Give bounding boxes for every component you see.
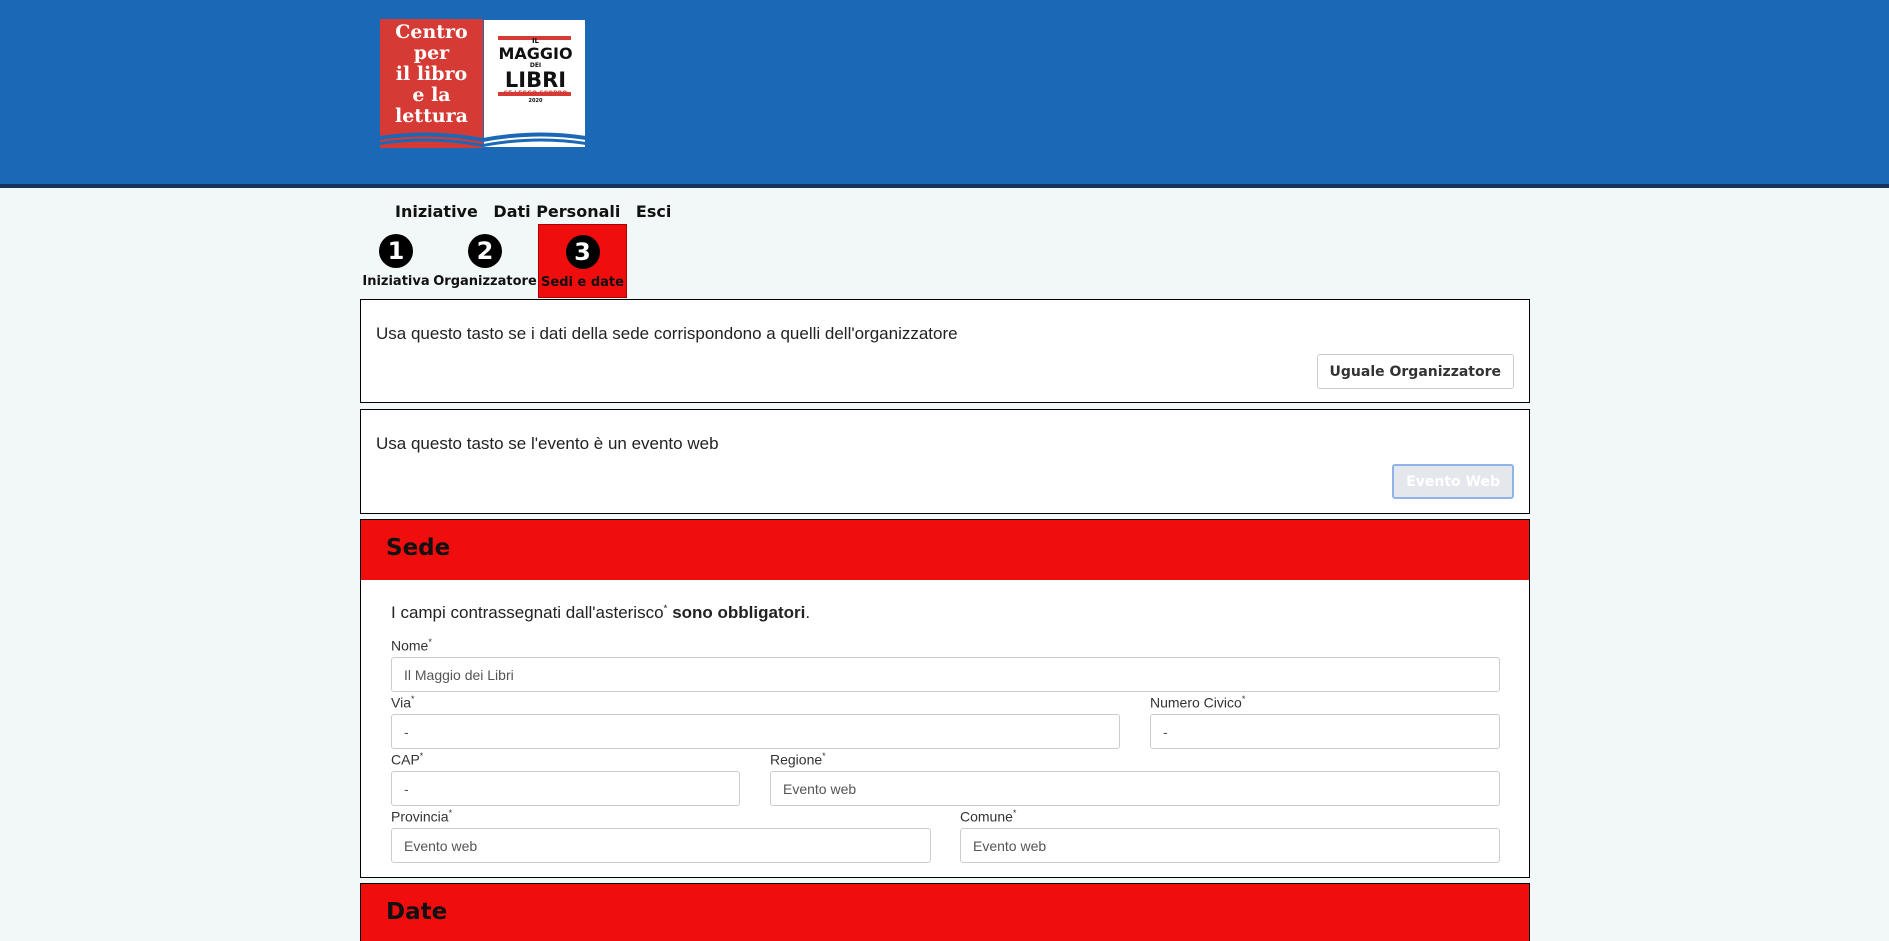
sede-section: Sede I campi contrassegnati dall'asteris… xyxy=(360,519,1530,878)
numero-civico-label: Numero Civico* xyxy=(1150,694,1246,711)
logo-left-line: Centro xyxy=(395,21,468,43)
provincia-input[interactable] xyxy=(391,828,931,863)
step-iniziativa[interactable]: 1 Iniziativa xyxy=(362,224,430,298)
same-as-organizer-panel: Usa questo tasto se i dati della sede co… xyxy=(360,299,1530,403)
web-event-panel: Usa questo tasto se l'evento è un evento… xyxy=(360,409,1530,514)
logo-libri-text: LIBRI xyxy=(504,68,567,92)
cap-input[interactable] xyxy=(391,771,740,806)
logo-left-line: per xyxy=(413,42,450,64)
notice-bold: sono obbligatori xyxy=(672,603,806,622)
step-label: Iniziativa xyxy=(362,274,430,289)
step-label: Sedi e date xyxy=(541,275,624,290)
nav-dati-personali[interactable]: Dati Personali xyxy=(493,202,620,221)
nome-label: Nome* xyxy=(391,637,432,654)
step-organizzatore[interactable]: 2 Organizzatore xyxy=(433,224,537,298)
required-notice: I campi contrassegnati dall'asterisco* s… xyxy=(391,603,810,623)
date-header: Date xyxy=(361,884,1529,941)
step-sedi-e-date[interactable]: 3 Sedi e date xyxy=(538,224,627,298)
nav-esci[interactable]: Esci xyxy=(636,202,671,221)
date-section: Date xyxy=(360,883,1530,941)
numero-civico-input[interactable] xyxy=(1150,714,1500,749)
regione-label: Regione* xyxy=(770,751,826,768)
step-number-3-icon: 3 xyxy=(565,235,600,269)
date-title: Date xyxy=(386,899,448,925)
logo-left-line: e la xyxy=(412,84,451,106)
via-label: Via* xyxy=(391,694,415,711)
via-input[interactable] xyxy=(391,714,1120,749)
logo-tagline: SE LEGGO SCOPRO xyxy=(503,90,568,97)
step-number-2-icon: 2 xyxy=(468,234,502,268)
comune-label: Comune* xyxy=(960,808,1017,825)
notice-suffix: . xyxy=(805,603,811,622)
nav-iniziative[interactable]: Iniziative xyxy=(395,202,478,221)
step-label: Organizzatore xyxy=(433,274,537,289)
step-number-1-icon: 1 xyxy=(379,234,413,268)
web-event-button[interactable]: Evento Web xyxy=(1392,464,1514,499)
site-header: Centro per il libro e la lettura IL MAGG… xyxy=(0,0,1889,188)
sede-header: Sede xyxy=(361,520,1529,580)
same-organizer-button[interactable]: Uguale Organizzatore xyxy=(1316,354,1514,389)
book-wave-icon xyxy=(380,127,586,147)
nome-input[interactable] xyxy=(391,657,1500,692)
sede-title: Sede xyxy=(386,535,451,561)
cap-label: CAP* xyxy=(391,751,424,768)
regione-input[interactable] xyxy=(770,771,1500,806)
organizer-message: Usa questo tasto se i dati della sede co… xyxy=(376,324,958,343)
logo-maggio-text: MAGGIO xyxy=(498,44,573,63)
web-event-message: Usa questo tasto se l'evento è un evento… xyxy=(376,434,719,453)
logo-left-line: lettura xyxy=(395,105,468,127)
top-nav: Iniziative Dati Personali Esci xyxy=(395,202,681,221)
comune-input[interactable] xyxy=(960,828,1500,863)
notice-prefix: I campi contrassegnati dall'asterisco xyxy=(391,603,664,622)
logo-left-line: il libro xyxy=(395,63,468,85)
site-logo[interactable]: Centro per il libro e la lettura IL MAGG… xyxy=(380,19,586,148)
notice-star: * xyxy=(663,603,668,615)
logo-year: 2020 xyxy=(528,98,543,104)
provincia-label: Provincia* xyxy=(391,808,453,825)
